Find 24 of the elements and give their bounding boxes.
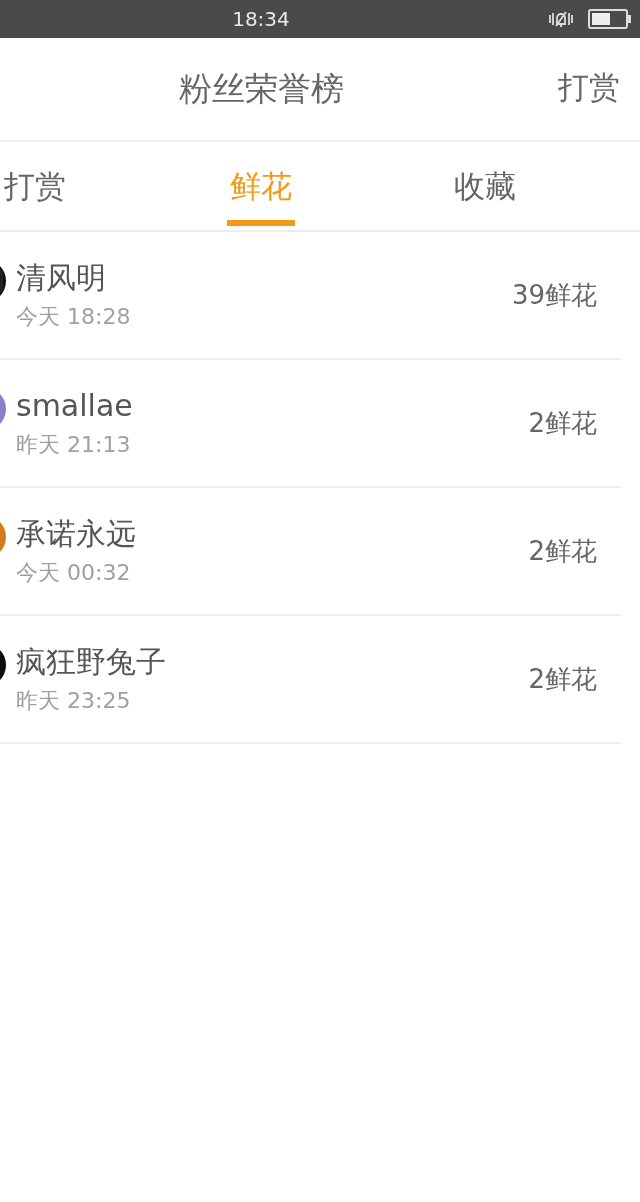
vibrate-mute-icon (548, 9, 574, 29)
time-text: 今天 00:32 (16, 559, 132, 587)
tab-indicator (227, 220, 295, 226)
time-text: 昨天 21:13 (16, 431, 132, 459)
time-text: 今天 18:28 (16, 303, 132, 331)
tab[interactable]: 收藏 (373, 142, 597, 230)
user-name: smallae (16, 387, 134, 425)
list-row[interactable]: 清风明 今天 18:28 39鲜花 (0, 232, 622, 360)
user-name: 疯狂野兔子 (16, 643, 167, 681)
list-row[interactable]: smallae 昨天 21:13 2鲜花 (0, 360, 622, 488)
user-name: 承诺永远 (16, 515, 137, 553)
list-row[interactable]: 承诺永远 今天 00:32 2鲜花 (0, 488, 622, 616)
time-text: 昨天 23:25 (16, 687, 132, 715)
battery-icon (588, 9, 632, 29)
user-name: 清风明 (16, 259, 107, 297)
list-row[interactable]: 疯狂野兔子 昨天 23:25 2鲜花 (0, 616, 622, 744)
flower-count: 2鲜花 (528, 534, 597, 568)
flower-count: 2鲜花 (528, 406, 597, 440)
status-time: 18:34 (232, 6, 290, 33)
reward-button[interactable]: 打赏 (558, 72, 620, 103)
flower-count: 39鲜花 (511, 278, 597, 312)
flower-count: 2鲜花 (528, 662, 597, 696)
page-title: 粉丝荣誉榜 (179, 68, 344, 111)
tab[interactable]: 打赏 (0, 142, 149, 230)
